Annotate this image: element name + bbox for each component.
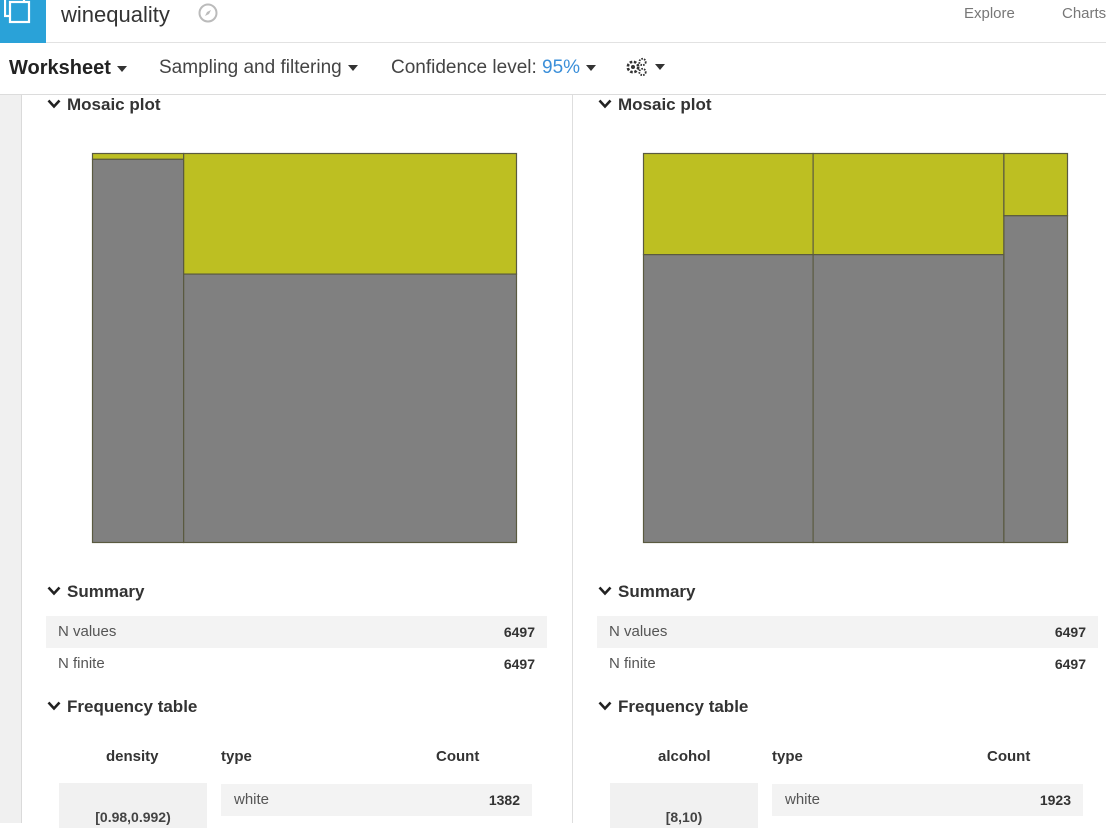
frequency-bin-cell: [8,10) <box>610 783 758 828</box>
worksheet-menu[interactable]: Worksheet <box>9 57 127 80</box>
summary-row: N finite 6497 <box>46 648 547 680</box>
settings-menu[interactable] <box>625 56 665 78</box>
frequency-header-bin: density <box>106 748 159 765</box>
frequency-header-count: Count <box>436 748 480 765</box>
summary-row: N finite 6497 <box>597 648 1098 680</box>
worksheet-label: Worksheet <box>9 57 111 79</box>
sampling-label: Sampling and filtering <box>159 57 342 78</box>
confidence-value: 95% <box>542 57 581 78</box>
mosaic-section-header[interactable]: Mosaic plot <box>47 95 161 115</box>
mosaic-title: Mosaic plot <box>618 95 712 114</box>
nav-explore[interactable]: Explore <box>964 5 1015 22</box>
frequency-type: white <box>785 791 821 808</box>
frequency-count: 1923 <box>1039 792 1071 808</box>
frequency-header-type: type <box>772 748 803 765</box>
chevron-down-icon <box>47 586 61 596</box>
chevron-down-icon <box>347 64 358 71</box>
left-rail <box>0 95 22 823</box>
chevron-down-icon <box>116 65 127 72</box>
frequency-title: Frequency table <box>67 697 198 716</box>
summary-value: 6497 <box>503 656 535 672</box>
mosaic-title: Mosaic plot <box>67 95 161 114</box>
mosaic-plot <box>642 152 1069 544</box>
summary-value: 6497 <box>1054 624 1086 640</box>
mosaic-cell-bottom-2 <box>1003 215 1069 544</box>
mosaic-cell-top-0 <box>642 152 814 256</box>
summary-label: N values <box>609 623 668 640</box>
frequency-count: 1382 <box>488 792 520 808</box>
summary-row: N values 6497 <box>46 616 547 648</box>
dataset-name: winequality <box>61 2 170 27</box>
summary-label: N finite <box>609 655 656 672</box>
sampling-menu[interactable]: Sampling and filtering <box>159 57 358 79</box>
frequency-type: white <box>234 791 270 808</box>
chevron-down-icon <box>47 701 61 711</box>
mosaic-plot <box>91 152 518 544</box>
summary-value: 6497 <box>503 624 535 640</box>
summary-section-header[interactable]: Summary <box>47 582 144 602</box>
mosaic-cell-bottom-1 <box>812 254 1005 544</box>
mosaic-cell-top-2 <box>1003 152 1069 217</box>
card-alcohol-by-type: Mosaic plot Summary N values 6497 N fini… <box>573 95 1106 828</box>
mosaic-cell-bottom-1 <box>183 273 518 544</box>
frequency-bin-cell: [0.98,0.992) <box>59 783 207 828</box>
mosaic-cell-bottom-0 <box>642 254 814 544</box>
summary-value: 6497 <box>1054 656 1086 672</box>
mosaic-cell-top-1 <box>183 152 518 275</box>
summary-label: N values <box>58 623 117 640</box>
frequency-section-header[interactable]: Frequency table <box>598 697 748 717</box>
summary-title: Summary <box>67 582 145 601</box>
chevron-down-icon <box>598 586 612 596</box>
frequency-header-count: Count <box>987 748 1031 765</box>
summary-title: Summary <box>618 582 696 601</box>
frequency-row: white 1923 <box>772 784 1083 816</box>
mosaic-cell-bottom-0 <box>91 158 185 544</box>
top-bar: winequality Explore Charts <box>0 0 1106 43</box>
summary-label: N finite <box>58 655 105 672</box>
frequency-title: Frequency table <box>618 697 749 716</box>
frequency-section-header[interactable]: Frequency table <box>47 697 197 717</box>
chevron-down-icon <box>47 99 61 109</box>
summary-section-header[interactable]: Summary <box>598 582 695 602</box>
chevron-down-icon <box>655 64 665 70</box>
frequency-header-bin: alcohol <box>658 748 711 765</box>
chevron-down-icon <box>598 99 612 109</box>
confidence-menu[interactable]: Confidence level: 95% <box>391 57 597 79</box>
summary-row: N values 6497 <box>597 616 1098 648</box>
mosaic-cell-top-0 <box>91 152 185 160</box>
confidence-label: Confidence level: <box>391 57 537 78</box>
chevron-down-icon <box>586 64 597 71</box>
mosaic-section-header[interactable]: Mosaic plot <box>598 95 712 115</box>
mosaic-cell-top-1 <box>812 152 1005 256</box>
gear-icon <box>626 57 647 77</box>
card-density-by-type: Mosaic plot Summary N values 6497 N fini… <box>22 95 572 828</box>
nav-charts[interactable]: Charts <box>1062 5 1106 22</box>
compass-icon[interactable] <box>198 3 218 23</box>
chevron-down-icon <box>598 701 612 711</box>
frequency-row: white 1382 <box>221 784 532 816</box>
dataset-icon[interactable] <box>0 0 46 43</box>
frequency-header-type: type <box>221 748 252 765</box>
toolbar: Worksheet Sampling and filtering Confide… <box>0 43 1106 95</box>
